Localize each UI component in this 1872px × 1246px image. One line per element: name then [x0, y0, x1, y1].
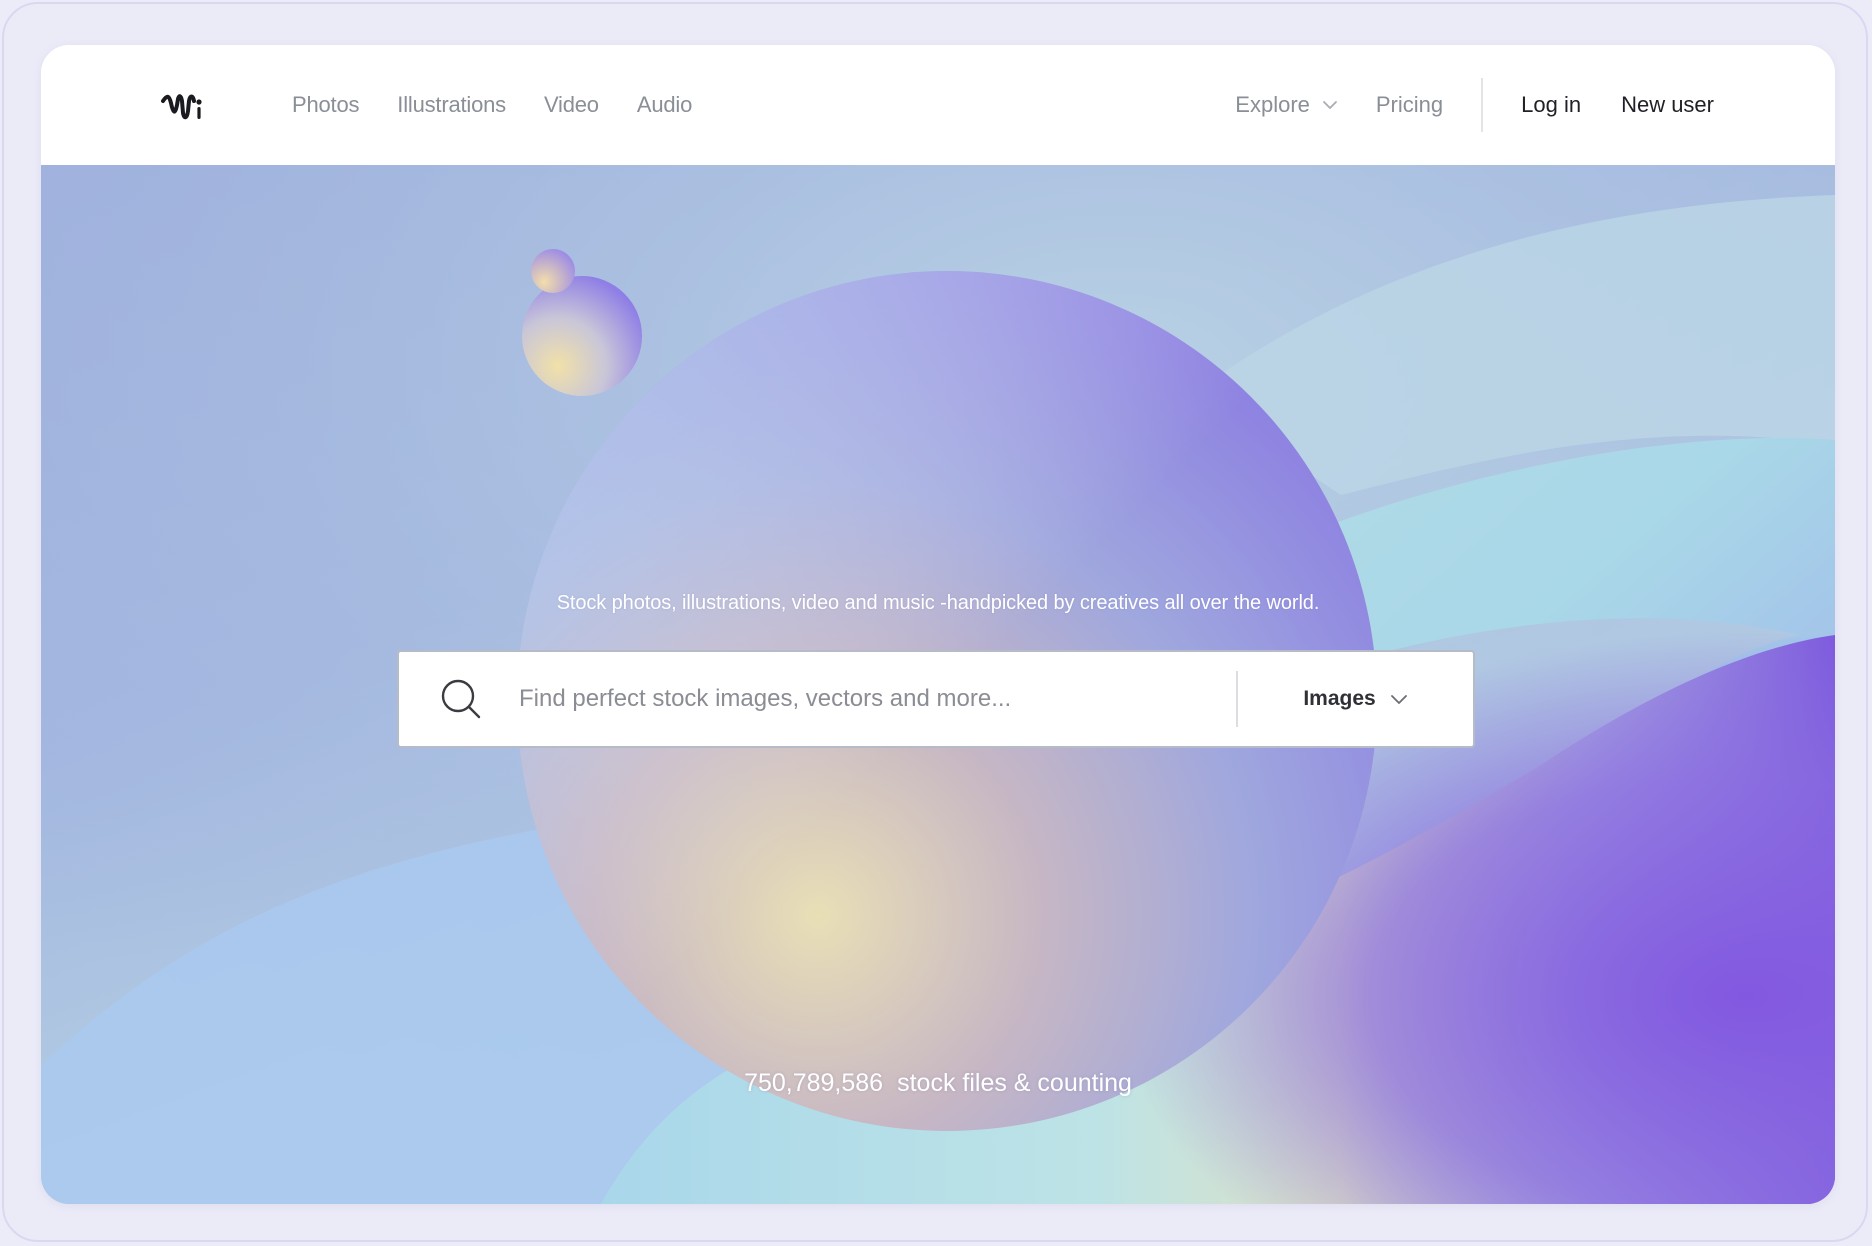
chevron-down-icon [1322, 101, 1337, 109]
new-user-link[interactable]: New user [1621, 92, 1714, 118]
nav-illustrations[interactable]: Illustrations [397, 92, 506, 118]
hero-tagline: Stock photos, illustrations, video and m… [556, 592, 1320, 614]
file-counter: 750,789,586 stock files & counting [41, 1069, 1835, 1098]
chevron-down-icon [1390, 694, 1407, 704]
nav-audio[interactable]: Audio [637, 92, 692, 118]
search-input[interactable] [517, 668, 1236, 730]
top-navbar: Photos Illustrations Video Audio Explore… [41, 45, 1835, 165]
login-link[interactable]: Log in [1521, 92, 1581, 118]
media-type-label: Images [1303, 687, 1376, 710]
search-icon[interactable] [439, 677, 483, 721]
explore-label: Explore [1235, 92, 1310, 117]
nav-pricing[interactable]: Pricing [1376, 92, 1443, 118]
nav-divider [1481, 78, 1484, 132]
nav-photos[interactable]: Photos [292, 92, 359, 118]
media-type-dropdown[interactable]: Images [1238, 687, 1473, 711]
nav-video[interactable]: Video [544, 92, 599, 118]
account-nav: Explore Pricing Log in New user [1235, 45, 1714, 165]
file-count-text: stock files & counting [897, 1069, 1132, 1097]
file-count-number: 750,789,586 [744, 1069, 884, 1097]
hero-section: Stock photos, illustrations, video and m… [41, 165, 1835, 1204]
explore-dropdown[interactable]: Explore [1235, 92, 1338, 118]
wavy-logo-icon[interactable] [161, 85, 205, 125]
search-bar: Images [397, 650, 1475, 748]
browser-window: Photos Illustrations Video Audio Explore… [41, 45, 1835, 1204]
primary-nav: Photos Illustrations Video Audio [292, 45, 730, 165]
